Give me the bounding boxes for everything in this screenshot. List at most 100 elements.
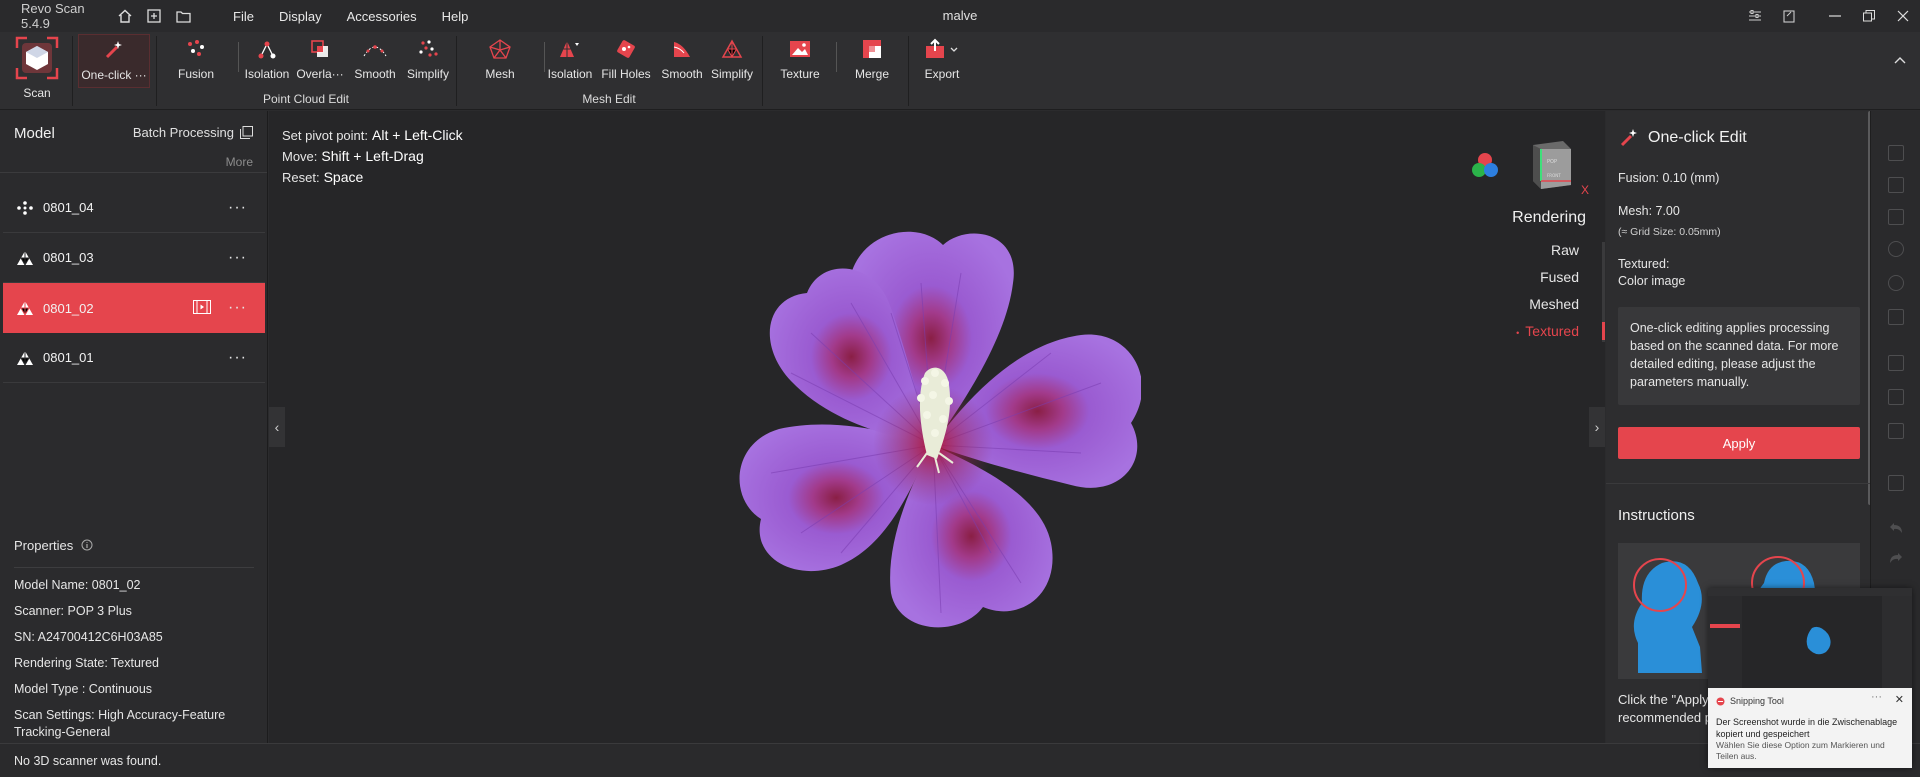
mesh-icon <box>14 350 36 366</box>
screenshot-thumbnail[interactable] <box>1708 588 1912 688</box>
one-click-edit-button[interactable]: One-click ··· <box>78 34 150 88</box>
fusion-button[interactable]: Fusion <box>176 34 216 86</box>
panel-divider <box>1606 483 1870 484</box>
fusion-label: Fusion <box>177 67 215 81</box>
model-row-0801-01[interactable]: 0801_01 ··· <box>3 333 265 383</box>
hint-move: Move: Shift + Left-Drag <box>282 148 424 164</box>
menu-display[interactable]: Display <box>279 9 322 24</box>
pc-smooth-button[interactable]: Smooth <box>351 34 399 86</box>
hint-reset: Reset: Space <box>282 169 364 185</box>
mesh-simplify-button[interactable]: Simplify <box>708 34 756 86</box>
row-menu-icon[interactable]: ··· <box>228 299 247 317</box>
expand-icon[interactable] <box>1888 423 1904 439</box>
fill-holes-icon <box>615 34 637 64</box>
status-text: No 3D scanner was found. <box>14 754 162 768</box>
properties-title: Properties <box>14 535 254 555</box>
undo-icon[interactable] <box>1888 521 1904 537</box>
close-icon[interactable] <box>1886 0 1920 32</box>
open-folder-icon[interactable] <box>174 7 192 25</box>
restore-icon[interactable] <box>1852 0 1886 32</box>
model-row-0801-02[interactable]: 0801_02 ··· <box>3 283 265 333</box>
model-row-0801-03[interactable]: 0801_03 ··· <box>3 233 265 283</box>
rect-select-icon[interactable] <box>1888 177 1904 193</box>
export-button[interactable]: Export <box>920 34 964 86</box>
new-project-icon[interactable] <box>145 7 163 25</box>
collapse-ribbon-icon[interactable] <box>1894 52 1906 67</box>
mesh-icon <box>14 250 36 266</box>
pc-simplify-button[interactable]: Simplify <box>404 34 452 86</box>
model-panel: Model Batch Processing More 0801_04 ··· … <box>0 111 268 743</box>
more-button[interactable]: More <box>226 155 253 169</box>
menu-help[interactable]: Help <box>442 9 469 24</box>
mesh-button[interactable]: Mesh <box>480 34 520 86</box>
toast-message: Der Screenshot wurde in die Zwischenabla… <box>1716 717 1898 739</box>
fill-holes-button[interactable]: Fill Holes <box>598 34 654 86</box>
video-icon[interactable] <box>193 300 211 317</box>
flower-3d-model[interactable] <box>721 223 1141 643</box>
row-menu-icon[interactable]: ··· <box>228 199 247 217</box>
toast-options-icon[interactable]: ··· <box>1871 691 1882 703</box>
svg-text:FRONT: FRONT <box>1547 173 1561 178</box>
app-name: Revo Scan 5.4.9 <box>21 1 85 31</box>
collapse-right-panel-button[interactable]: › <box>1589 407 1605 447</box>
pc-isolation-icon <box>256 34 278 64</box>
view-cube[interactable]: POP FRONT X <box>1525 139 1589 202</box>
rendering-fused[interactable]: Fused <box>1512 264 1586 291</box>
rendering-panel: Rendering Raw Fused Meshed • Textured <box>1512 209 1586 345</box>
menu-accessories[interactable]: Accessories <box>347 9 417 24</box>
mesh-isolation-button[interactable]: Isolation <box>546 34 594 86</box>
target-icon[interactable] <box>1888 275 1904 291</box>
axis-x-label: X <box>1580 183 1589 197</box>
copy-icon[interactable] <box>1888 355 1904 371</box>
menu-file[interactable]: File <box>233 9 254 24</box>
row-menu-icon[interactable]: ··· <box>228 249 247 267</box>
invert-select-icon[interactable] <box>1888 309 1904 325</box>
select-tool-icon[interactable] <box>1888 145 1904 161</box>
magic-wand-icon <box>1620 129 1637 147</box>
info-icon[interactable] <box>81 539 93 551</box>
svg-text:POP: POP <box>1547 159 1557 165</box>
rendering-raw[interactable]: Raw <box>1512 237 1586 264</box>
home-icon[interactable] <box>116 7 134 25</box>
ribbon-toolbar: Scan One-click ··· Fusion Isolation Over… <box>0 32 1920 110</box>
point-cloud-group-label: Point Cloud Edit <box>262 92 350 106</box>
mesh-setting: Mesh: 7.00 <box>1618 204 1680 218</box>
rendering-title: Rendering <box>1512 209 1586 226</box>
minimize-icon[interactable] <box>1818 0 1852 32</box>
mesh-isolation-label: Isolation <box>547 67 593 81</box>
merge-button[interactable]: Merge <box>850 34 894 86</box>
pc-isolation-button[interactable]: Isolation <box>243 34 291 86</box>
feedback-icon[interactable] <box>1772 0 1806 32</box>
mesh-label: Mesh <box>485 67 515 81</box>
redo-icon[interactable] <box>1888 551 1904 567</box>
collapse-left-panel-button[interactable]: ‹ <box>269 407 285 447</box>
mesh-smooth-button[interactable]: Smooth <box>658 34 706 86</box>
toast-close-icon[interactable]: ✕ <box>1895 693 1904 706</box>
toast-app-name: Snipping Tool <box>1730 696 1784 706</box>
overlap-button[interactable]: Overla··· <box>296 34 344 86</box>
lasso-select-icon[interactable] <box>1888 209 1904 225</box>
apply-button[interactable]: Apply <box>1618 427 1860 459</box>
overlap-icon <box>309 34 331 64</box>
edit-icon[interactable] <box>1888 389 1904 405</box>
3d-viewport[interactable]: Set pivot point: Alt + Left-Click Move: Sh… <box>269 111 1605 743</box>
pc-simplify-icon <box>417 34 439 64</box>
rendering-textured[interactable]: • Textured <box>1512 318 1586 345</box>
snipping-tool-notification[interactable]: Snipping Tool ··· ✕ Der Screenshot wurde… <box>1708 588 1912 768</box>
texture-icon <box>788 34 812 64</box>
mesh-isolation-icon <box>558 34 582 64</box>
settings-sliders-icon[interactable] <box>1738 0 1772 32</box>
scan-button[interactable]: Scan <box>12 36 62 106</box>
batch-processing-button[interactable]: Batch Processing <box>133 125 253 140</box>
status-bar: No 3D scanner was found. <box>0 743 1920 777</box>
model-row-0801-04[interactable]: 0801_04 ··· <box>3 183 265 233</box>
point-cloud-icon <box>14 200 36 216</box>
rendering-meshed[interactable]: Meshed <box>1512 291 1586 318</box>
color-mode-icon[interactable] <box>1469 151 1501 184</box>
window-controls <box>1738 0 1920 32</box>
row-menu-icon[interactable]: ··· <box>228 349 247 367</box>
delete-icon[interactable] <box>1888 475 1904 491</box>
prop-model-name: Model Name: 0801_02 <box>14 578 141 592</box>
texture-button[interactable]: Texture <box>778 34 822 86</box>
circle-select-icon[interactable] <box>1888 241 1904 257</box>
